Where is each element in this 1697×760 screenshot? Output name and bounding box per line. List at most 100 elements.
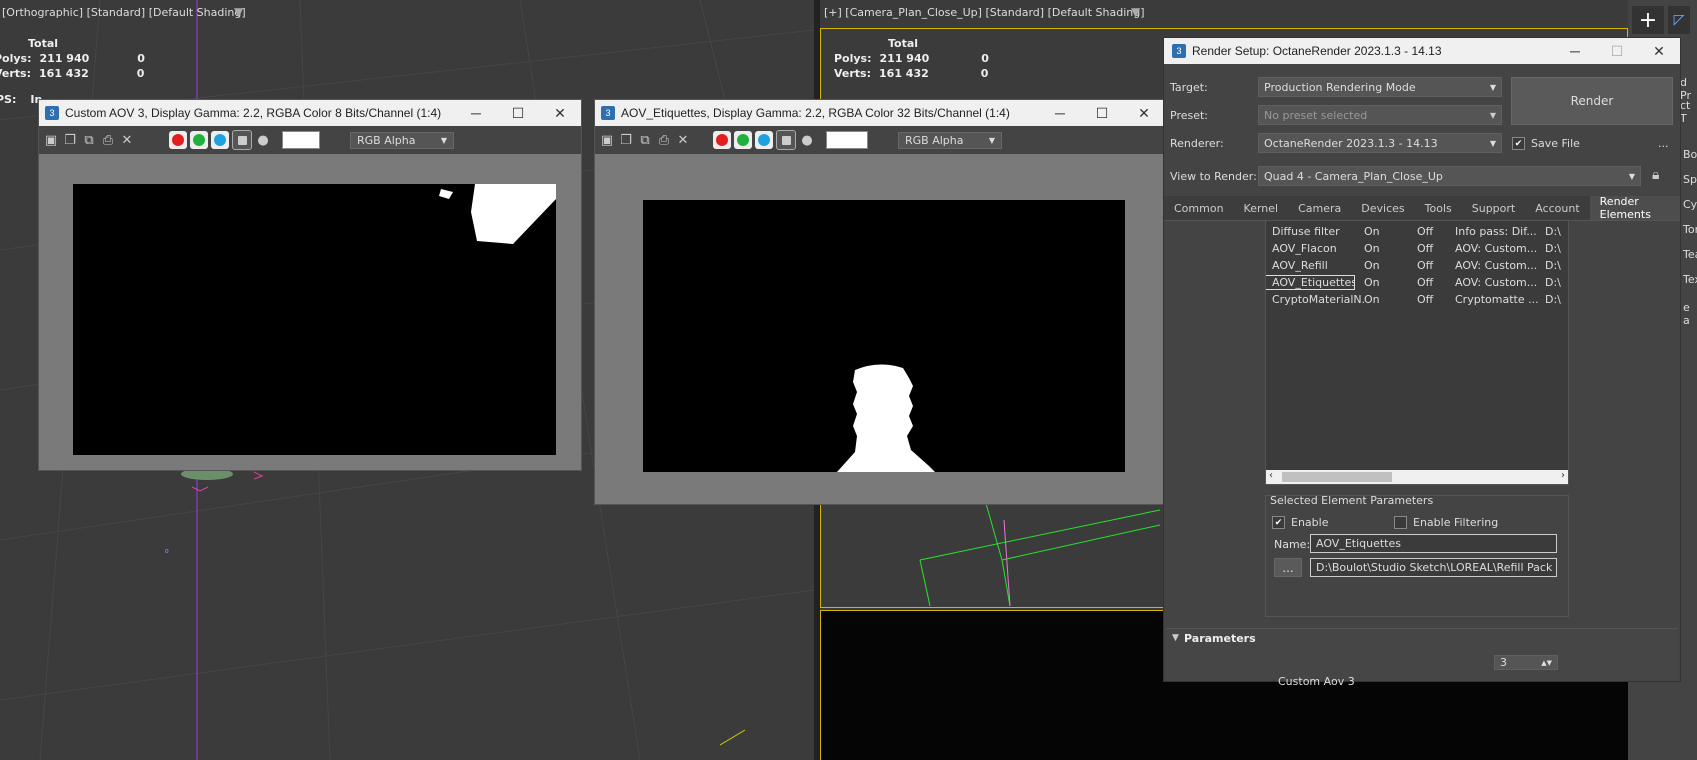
print-icon[interactable]: ⎙ (100, 132, 116, 148)
lock-icon[interactable]: 🔒︎ (1652, 167, 1659, 183)
render-elements-list[interactable]: Diffuse filter On Off Info pass: Dif... D:\ A… (1265, 220, 1569, 485)
scrollbar-thumb[interactable] (1282, 472, 1392, 482)
tab-camera[interactable]: Camera (1288, 196, 1351, 220)
more-options-button[interactable]: ... (1658, 137, 1669, 150)
save-icon[interactable]: ▣ (599, 132, 615, 148)
renderer-dropdown[interactable]: OctaneRender 2023.1.3 - 14.13 ▼ (1258, 133, 1502, 153)
red-channel-toggle[interactable] (169, 131, 187, 149)
color-swatch[interactable] (282, 131, 320, 149)
tab-devices[interactable]: Devices (1351, 196, 1414, 220)
collapse-icon[interactable]: ▼ (1172, 633, 1179, 643)
chevron-down-icon: ▼ (1489, 138, 1496, 148)
red-channel-toggle[interactable] (713, 131, 731, 149)
monochrome-icon[interactable]: ● (255, 132, 271, 148)
viewport-right-label[interactable]: [+] [Camera_Plan_Close_Up] [Standard] [D… (824, 6, 1145, 19)
panel-item[interactable]: Tea (1683, 248, 1697, 261)
close-icon[interactable]: ✕ (539, 105, 581, 122)
minimize-icon[interactable]: ─ (1039, 105, 1081, 122)
panel-item[interactable]: Cylin (1683, 198, 1697, 211)
path-input[interactable]: D:\Boulot\Studio Sketch\LOREAL\Refill Pa… (1310, 558, 1557, 577)
save-file-checkbox[interactable]: ✔ Save File (1512, 137, 1580, 150)
chevron-right-icon[interactable]: › (1561, 470, 1565, 481)
tab-render-elements[interactable]: Render Elements (1589, 195, 1680, 221)
app-icon: 3 (45, 106, 59, 120)
tab-support[interactable]: Support (1462, 196, 1525, 220)
copy-icon[interactable]: ❐ (618, 132, 634, 148)
maximize-icon[interactable]: ☐ (1081, 105, 1123, 122)
frame-buffer-titlebar[interactable]: 3 Custom AOV 3, Display Gamma: 2.2, RGBA… (39, 100, 581, 126)
print-icon[interactable]: ⎙ (656, 132, 672, 148)
tab-common[interactable]: Common (1164, 196, 1234, 220)
spinner-arrows-icon[interactable]: ▲▼ (1541, 659, 1552, 667)
minimize-icon[interactable]: ─ (455, 105, 497, 122)
maximize-icon[interactable]: ☐ (497, 105, 539, 122)
render-setup-dialog[interactable]: 3 Render Setup: OctaneRender 2023.1.3 - … (1163, 37, 1681, 688)
blue-channel-toggle[interactable] (211, 131, 229, 149)
viewport-left-label[interactable]: [Orthographic] [Standard] [Default Shadi… (2, 6, 246, 19)
parameters-rollout[interactable]: ▼ Parameters 3 ▲▼ (1166, 628, 1678, 679)
table-row[interactable]: AOV_Flacon On Off AOV: Custom... D:\ (1266, 240, 1568, 257)
table-row[interactable]: Diffuse filter On Off Info pass: Dif... D:\ (1266, 223, 1568, 240)
clear-icon[interactable]: ✕ (119, 132, 135, 148)
aov-id-spinner[interactable]: 3 ▲▼ (1494, 655, 1558, 670)
panel-item[interactable]: Tor (1683, 223, 1697, 236)
table-row[interactable]: AOV_Etiquettes On Off AOV: Custom... D:\ (1266, 274, 1568, 291)
green-channel-toggle[interactable] (190, 131, 208, 149)
close-icon[interactable]: ✕ (1123, 105, 1165, 122)
tab-tools[interactable]: Tools (1415, 196, 1462, 220)
table-row[interactable]: CryptoMaterialN... On Off Cryptomatte ... D:… (1266, 291, 1568, 308)
frame-buffer-aov-etiquettes[interactable]: 3 AOV_Etiquettes, Display Gamma: 2.2, RG… (594, 99, 1166, 505)
clone-icon[interactable]: ⧉ (637, 132, 653, 148)
panel-item[interactable]: Sph (1683, 173, 1697, 186)
horizontal-scrollbar[interactable]: ‹ › (1266, 470, 1568, 484)
alpha-channel-toggle[interactable] (232, 130, 252, 150)
create-panel-button[interactable]: + (1632, 6, 1664, 34)
channel-dropdown[interactable]: RGB Alpha ▼ (350, 131, 454, 149)
render-button[interactable]: Render (1511, 77, 1673, 125)
view-dropdown[interactable]: Quad 4 - Camera_Plan_Close_Up ▼ (1258, 166, 1641, 186)
tab-account[interactable]: Account (1525, 196, 1589, 220)
panel-item[interactable]: e a (1683, 301, 1697, 327)
render-image (643, 200, 1125, 472)
enable-filtering-checkbox[interactable]: Enable Filtering (1394, 516, 1498, 529)
panel-item[interactable]: Text (1683, 273, 1697, 286)
save-icon[interactable]: ▣ (43, 132, 59, 148)
panel-item[interactable]: Bo (1683, 148, 1697, 161)
frame-buffer-custom-aov[interactable]: 3 Custom AOV 3, Display Gamma: 2.2, RGBA… (38, 99, 582, 471)
clone-icon[interactable]: ⧉ (81, 132, 97, 148)
blue-channel-toggle[interactable] (755, 131, 773, 149)
close-icon[interactable]: ✕ (1638, 43, 1680, 60)
element-filter: Off (1417, 293, 1434, 306)
channel-value: RGB Alpha (357, 133, 416, 147)
target-dropdown[interactable]: Production Rendering Mode ▼ (1258, 77, 1502, 97)
browse-button[interactable]: ... (1274, 558, 1302, 577)
minimize-icon[interactable]: ─ (1554, 43, 1596, 60)
copy-icon[interactable]: ❐ (62, 132, 78, 148)
preset-dropdown[interactable]: No preset selected ▼ (1258, 105, 1502, 125)
monochrome-icon[interactable]: ● (799, 132, 815, 148)
table-row[interactable]: AOV_Refill On Off AOV: Custom... D:\ (1266, 257, 1568, 274)
clear-icon[interactable]: ✕ (675, 132, 691, 148)
green-channel-toggle[interactable] (734, 131, 752, 149)
render-setup-titlebar[interactable]: 3 Render Setup: OctaneRender 2023.1.3 - … (1164, 38, 1680, 64)
color-swatch[interactable] (826, 131, 868, 149)
element-filter: Off (1417, 259, 1434, 272)
channel-dropdown[interactable]: RGB Alpha ▼ (898, 131, 1002, 149)
verts-label: Verts: (834, 67, 872, 80)
enable-checkbox[interactable]: ✔ Enable (1272, 516, 1328, 529)
filter-icon[interactable]: ▼ (234, 5, 243, 19)
frame-buffer-titlebar[interactable]: 3 AOV_Etiquettes, Display Gamma: 2.2, RG… (595, 100, 1165, 126)
name-input[interactable]: AOV_Etiquettes (1310, 534, 1557, 553)
chevron-left-icon[interactable]: ‹ (1269, 470, 1273, 481)
filter-icon[interactable]: ▼ (1131, 5, 1140, 19)
modify-panel-icon[interactable]: ◸ (1668, 6, 1690, 34)
channel-value: RGB Alpha (905, 133, 964, 147)
element-enabled: On (1364, 276, 1380, 289)
frame-buffer-toolbar: ▣ ❐ ⧉ ⎙ ✕ ● RGB Alpha ▼ (595, 126, 1165, 154)
maximize-icon[interactable]: ☐ (1596, 43, 1638, 60)
fps-label: PS: (0, 93, 17, 106)
panel-item[interactable]: ct T (1680, 99, 1697, 125)
alpha-channel-toggle[interactable] (776, 130, 796, 150)
verts-selected: 0 (980, 67, 989, 80)
tab-kernel[interactable]: Kernel (1234, 196, 1289, 220)
